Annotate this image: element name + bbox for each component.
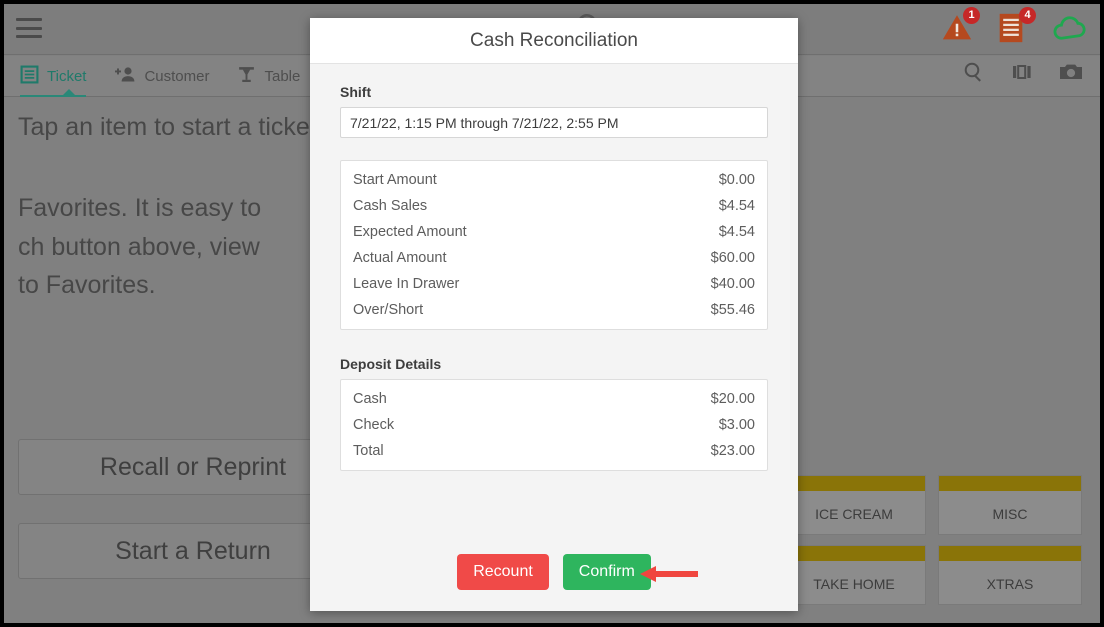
deposit-label: Total [353,443,384,459]
deposit-row: Total $23.00 [341,438,767,464]
tab-ticket[interactable]: Ticket [12,56,106,97]
category-tile-xtras[interactable]: XTRAS [938,545,1082,605]
recount-button[interactable]: Recount [457,554,549,590]
app-bar-right-icons: 1 4 [940,7,1086,45]
cash-reconciliation-dialog: Cash Reconciliation Shift 7/21/22, 1:15 … [310,18,798,611]
category-tile-take-home[interactable]: TAKE HOME [782,545,926,605]
amount-value: $4.54 [718,224,755,240]
amount-value: $4.54 [718,198,755,214]
amount-row: Start Amount $0.00 [341,167,767,193]
tab-customer-label: Customer [144,68,210,85]
shift-value: 7/21/22, 1:15 PM through 7/21/22, 2:55 P… [350,114,619,131]
amount-label: Actual Amount [353,250,447,266]
dialog-body: Shift 7/21/22, 1:15 PM through 7/21/22, … [310,64,798,533]
category-cap [783,476,925,491]
category-tile-ice-cream[interactable]: ICE CREAM [782,475,926,535]
receipt-badge-count: 4 [1019,7,1036,24]
category-cap [783,546,925,561]
tab-ticket-label: Ticket [47,68,87,85]
tab-table[interactable]: Table [229,56,320,97]
hamburger-menu-icon[interactable] [16,18,42,38]
category-tile-label: MISC [992,506,1028,522]
amount-value: $0.00 [718,172,755,188]
table-icon [237,65,256,88]
deposit-label: Check [353,417,395,433]
category-tile-label: XTRAS [986,576,1034,592]
amount-value: $60.00 [710,250,755,266]
deposit-row: Cash $20.00 [341,386,767,412]
search-icon[interactable] [962,60,986,89]
category-tile-misc[interactable]: MISC [938,475,1082,535]
category-cap [939,546,1081,561]
amount-label: Expected Amount [353,224,467,240]
deposit-row: Check $3.00 [341,412,767,438]
toolbar-right-icons [962,60,1084,89]
tab-table-label: Table [264,68,301,85]
amount-value: $40.00 [710,276,755,292]
deposit-value: $23.00 [710,443,755,459]
alert-badge-count: 1 [963,7,980,24]
deposit-value: $3.00 [718,417,755,433]
dialog-title: Cash Reconciliation [310,18,798,64]
category-tile-label: TAKE HOME [813,576,895,592]
amount-row: Cash Sales $4.54 [341,193,767,219]
amount-row: Leave In Drawer $40.00 [341,271,767,297]
amount-label: Start Amount [353,172,437,188]
category-tiles: ICE CREAM MISC TAKE HOME XTRAS [782,475,1082,605]
deposit-label: Cash [353,391,387,407]
amount-label: Cash Sales [353,198,428,214]
amounts-table: Start Amount $0.00 Cash Sales $4.54 Expe… [340,160,768,330]
category-tile-label: ICE CREAM [815,506,893,522]
annotation-arrow-icon [640,564,700,584]
alert-warning-icon[interactable]: 1 [940,7,980,45]
receipt-icon[interactable]: 4 [996,7,1036,45]
shift-label: Shift [340,84,372,100]
view-column-icon[interactable] [1010,60,1034,89]
ticket-list-icon [20,65,39,88]
tab-customer[interactable]: Customer [106,56,229,97]
amount-row: Expected Amount $4.54 [341,219,767,245]
camera-icon[interactable] [1058,60,1084,89]
amount-row: Actual Amount $60.00 [341,245,767,271]
cloud-sync-icon[interactable] [1052,11,1086,45]
screen: 1 4 Ticket Customer Table Tap an item to… [0,0,1104,627]
amount-label: Over/Short [353,302,424,318]
category-cap [939,476,1081,491]
tab-active-caret-icon [62,89,76,96]
amount-row: Over/Short $55.46 [341,297,767,323]
tab-list: Ticket Customer Table [12,56,320,97]
shift-field[interactable]: 7/21/22, 1:15 PM through 7/21/22, 2:55 P… [340,107,768,138]
confirm-button[interactable]: Confirm [562,554,651,590]
deposit-details-label: Deposit Details [340,356,442,372]
amount-label: Leave In Drawer [353,276,460,292]
dialog-footer: Recount Confirm [310,533,798,611]
deposit-table: Cash $20.00 Check $3.00 Total $23.00 [340,379,768,471]
deposit-value: $20.00 [710,391,755,407]
tab-active-underline [20,95,87,97]
add-customer-icon [114,65,136,88]
amount-value: $55.46 [710,302,755,318]
